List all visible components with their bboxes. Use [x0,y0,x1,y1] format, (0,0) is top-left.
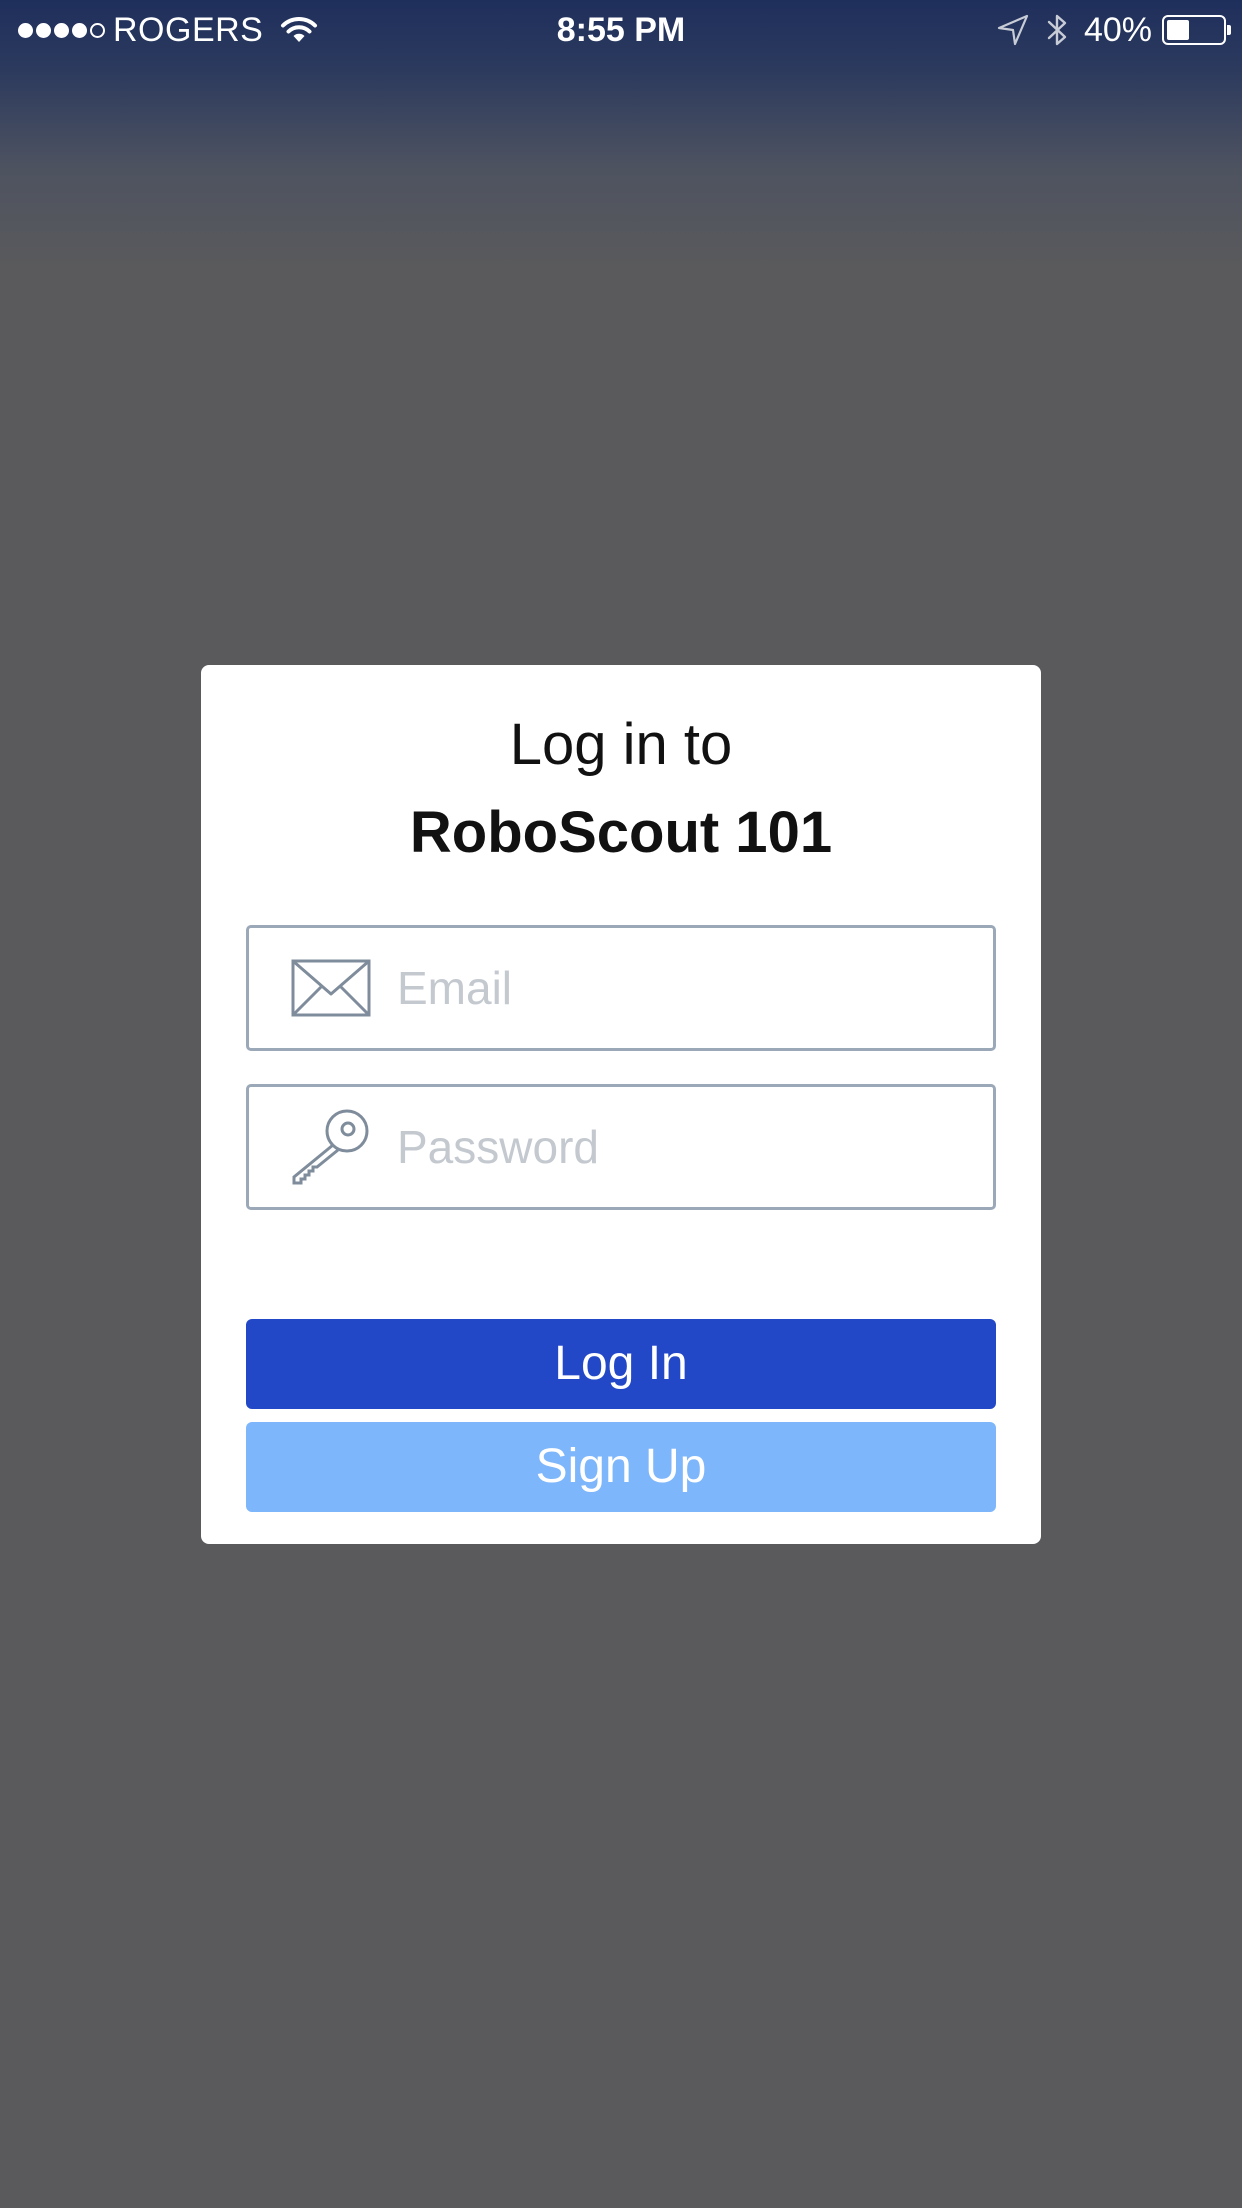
battery-icon [1162,15,1231,45]
envelope-icon [291,959,371,1017]
password-input[interactable] [397,1120,957,1174]
status-right: 40% [996,10,1231,50]
battery-tip [1227,25,1231,35]
battery-percentage: 40% [1083,10,1152,49]
email-field[interactable] [246,925,996,1051]
battery-fill [1167,20,1189,40]
login-dialog: Log in to RoboScout 101 Log In Sign Up [201,665,1041,1544]
bluetooth-icon [1047,14,1067,46]
password-field[interactable] [246,1084,996,1210]
status-bar: ROGERS 8:55 PM 40% [0,0,1242,60]
app-name: RoboScout 101 [409,800,833,865]
location-arrow-icon [997,14,1029,46]
dialog-title: Log in to [509,712,733,777]
signup-button[interactable]: Sign Up [246,1422,996,1512]
key-icon [292,1109,369,1185]
login-button[interactable]: Log In [246,1319,996,1409]
email-input[interactable] [397,961,957,1015]
